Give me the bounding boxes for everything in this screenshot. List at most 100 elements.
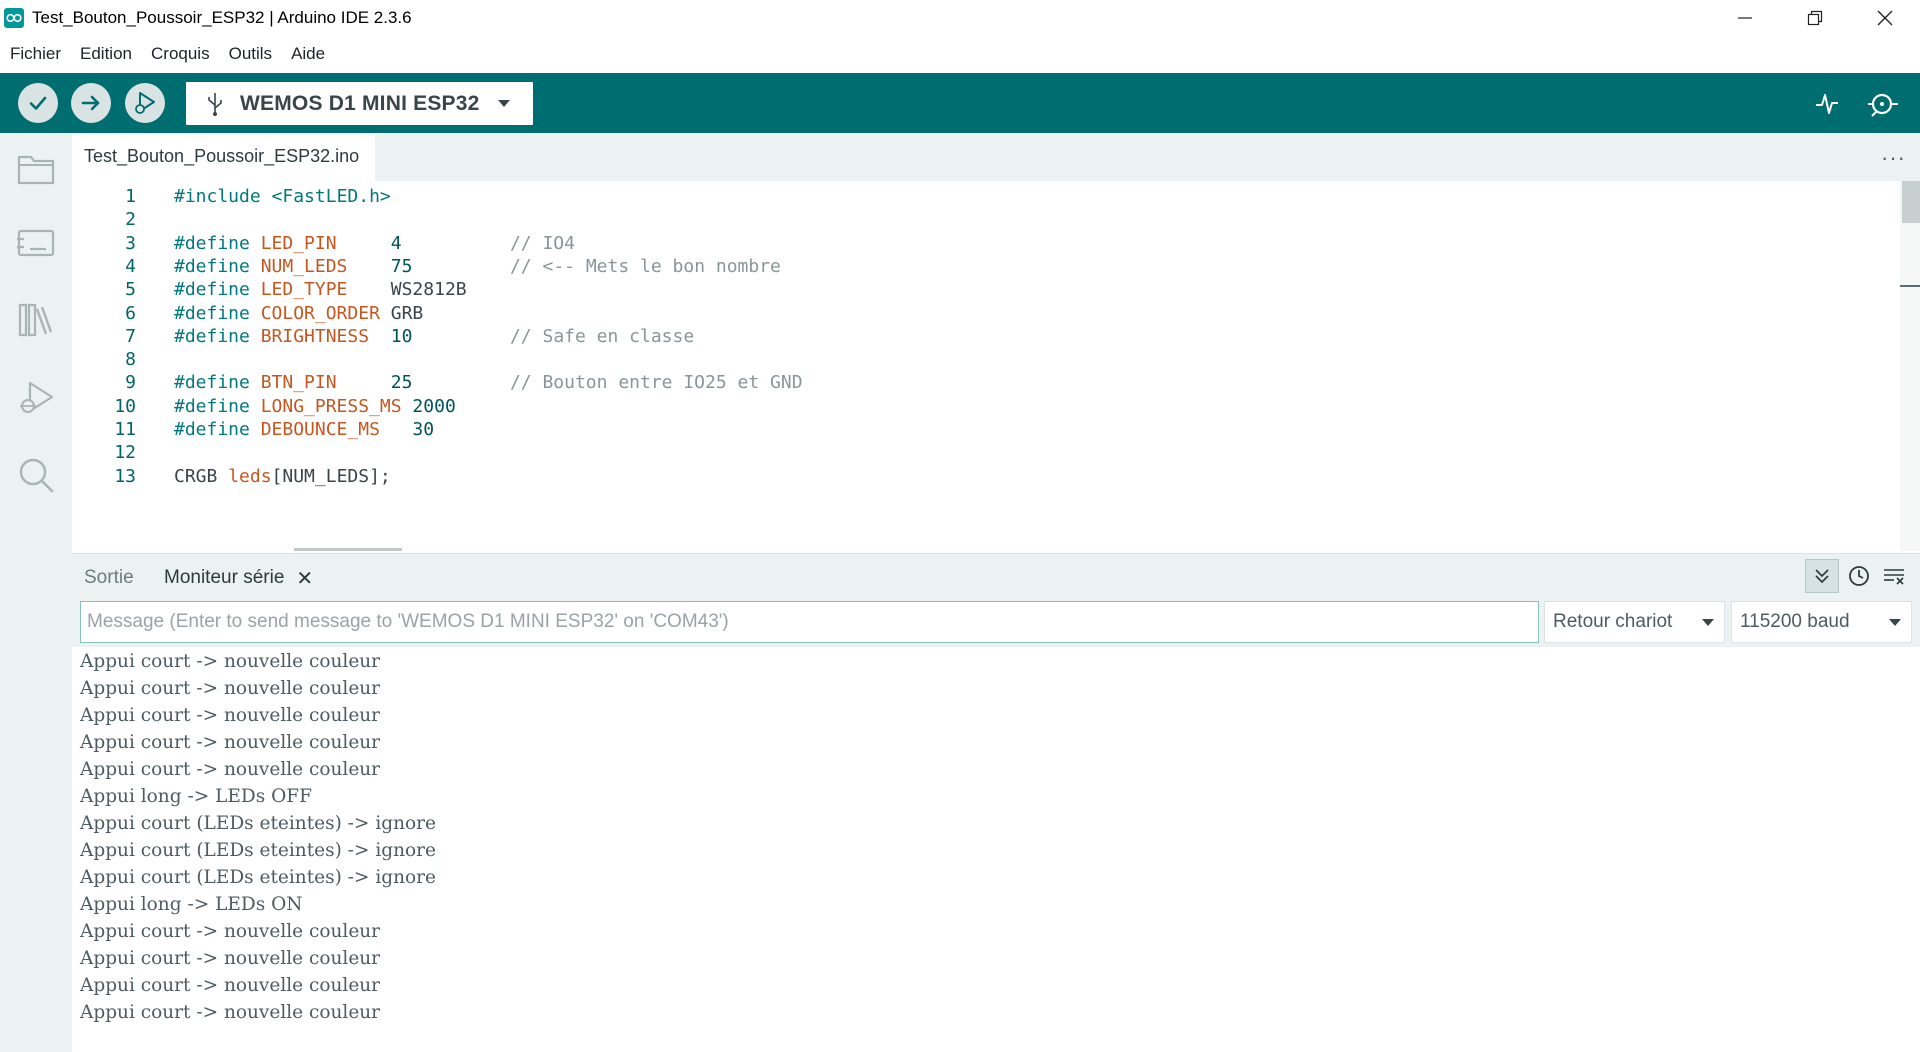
- serial-monitor-icon: [1868, 93, 1898, 117]
- check-icon: [29, 96, 47, 110]
- serial-output-line: Appui court -> nouvelle couleur: [80, 651, 381, 672]
- window-title: Test_Bouton_Poussoir_ESP32 | Arduino IDE…: [32, 8, 412, 27]
- code-token: // Bouton entre IO25 et GND: [509, 372, 803, 394]
- code-token: #define: [174, 395, 261, 417]
- clear-list-icon: [1884, 569, 1904, 585]
- plotter-icon: [1816, 94, 1838, 114]
- caret-down-icon: [1889, 619, 1901, 626]
- code-token: #define: [174, 419, 261, 440]
- code-token: #define: [174, 325, 261, 347]
- clock-icon: [1849, 566, 1869, 586]
- serial-monitor-button[interactable]: [1866, 89, 1900, 119]
- serial-output-line: Appui long -> LEDs OFF: [80, 786, 312, 807]
- code-token: WS2812B: [347, 279, 467, 301]
- activity-sidebar: [0, 133, 72, 1052]
- close-icon: [1877, 10, 1893, 26]
- baud-rate-value: 115200 baud: [1740, 611, 1850, 632]
- board-name: WEMOS D1 MINI ESP32: [240, 91, 480, 115]
- code-token: <FastLED.h>: [271, 186, 391, 207]
- code-token: COLOR_ORDER: [260, 302, 380, 324]
- code-token: 10: [369, 325, 510, 347]
- code-line[interactable]: 13 CRGB leds[NUM_LEDS];: [72, 463, 1892, 492]
- library-manager-button[interactable]: [14, 297, 58, 341]
- code-token: BRIGHTNESS: [260, 325, 370, 347]
- debug-icon: [20, 381, 54, 413]
- code-token: CRGB: [174, 465, 229, 487]
- arduino-logo-icon: [4, 8, 24, 28]
- title-bar: Test_Bouton_Poussoir_ESP32 | Arduino IDE…: [0, 0, 1920, 36]
- close-tab-icon[interactable]: ✕: [296, 566, 313, 591]
- arrow-right-icon: [81, 95, 100, 111]
- code-token: LED_TYPE: [260, 279, 348, 301]
- timestamp-toggle[interactable]: [1842, 559, 1876, 593]
- restore-icon: [1807, 10, 1823, 26]
- editor-tab-bar: Test_Bouton_Poussoir_ESP32.ino ···: [72, 133, 1920, 181]
- menu-croquis[interactable]: Croquis: [151, 44, 210, 64]
- code-token: 75: [347, 255, 510, 277]
- caret-down-icon: [1702, 619, 1714, 626]
- serial-output-line: Appui court -> nouvelle couleur: [80, 1002, 381, 1023]
- double-chevron-down-icon: [1815, 569, 1829, 584]
- restore-button[interactable]: [1780, 0, 1850, 36]
- serial-message-input[interactable]: [80, 601, 1539, 643]
- menu-edition[interactable]: Edition: [80, 44, 132, 64]
- window-controls: [1710, 0, 1920, 36]
- minimize-button[interactable]: [1710, 0, 1780, 36]
- code-token: 25: [336, 372, 510, 394]
- serial-output-line: Appui court (LEDs eteintes) -> ignore: [80, 813, 436, 834]
- tab-output[interactable]: Sortie: [84, 554, 134, 602]
- debug-button[interactable]: [125, 83, 165, 123]
- code-editor[interactable]: 1 #include <FastLED.h> 2 3 #define LED_PIN 4…: [72, 181, 1920, 551]
- code-token: leds: [228, 465, 272, 487]
- line-number: 13: [114, 465, 136, 487]
- code-token: NUM_LEDS: [260, 255, 348, 277]
- serial-output-line: Appui court -> nouvelle couleur: [80, 975, 381, 996]
- menu-bar: Fichier Edition Croquis Outils Aide: [0, 36, 1920, 72]
- more-options-icon[interactable]: ···: [1881, 145, 1906, 171]
- boards-manager-button[interactable]: [14, 221, 58, 265]
- code-token: LED_PIN: [260, 232, 337, 254]
- code-token: BTN_PIN: [260, 372, 337, 394]
- debug-panel-button[interactable]: [14, 375, 58, 419]
- menu-fichier[interactable]: Fichier: [10, 44, 61, 64]
- baud-rate-select[interactable]: 115200 baud: [1731, 601, 1912, 643]
- code-token: #define: [174, 255, 261, 277]
- horizontal-scroll-indicator[interactable]: [294, 548, 402, 551]
- serial-plotter-button[interactable]: [1812, 89, 1842, 119]
- tab-sketch-file[interactable]: Test_Bouton_Poussoir_ESP32.ino: [72, 133, 376, 181]
- menu-outils[interactable]: Outils: [229, 44, 272, 64]
- code-token: #define: [174, 279, 261, 301]
- serial-output[interactable]: Appui court -> nouvelle couleur Appui cou…: [72, 647, 1920, 1052]
- code-token: LONG_PRESS_MS: [260, 395, 402, 417]
- upload-button[interactable]: [71, 83, 111, 123]
- minimize-icon: [1738, 17, 1752, 19]
- vertical-scrollbar[interactable]: [1900, 181, 1920, 551]
- sketchbook-button[interactable]: [14, 147, 58, 191]
- code-token: // <-- Mets le bon nombre: [509, 255, 781, 277]
- scrollbar-thumb[interactable]: [1902, 181, 1920, 223]
- serial-input-bar: Retour chariot 115200 baud: [72, 601, 1920, 647]
- serial-output-line: Appui court -> nouvelle couleur: [80, 921, 381, 942]
- tab-serial-monitor[interactable]: Moniteur série ✕: [164, 554, 313, 602]
- line-ending-select[interactable]: Retour chariot: [1544, 601, 1725, 643]
- serial-output-line: Appui court -> nouvelle couleur: [80, 759, 381, 780]
- tab-output-label: Sortie: [84, 567, 134, 588]
- verify-button[interactable]: [18, 83, 58, 123]
- board-selector[interactable]: WEMOS D1 MINI ESP32: [186, 82, 533, 125]
- board-icon: [17, 229, 55, 257]
- serial-output-line: Appui court -> nouvelle couleur: [80, 948, 381, 969]
- close-window-button[interactable]: [1850, 0, 1920, 36]
- code-token: // IO4: [509, 232, 575, 254]
- menu-aide[interactable]: Aide: [291, 44, 325, 64]
- code-token: #include: [174, 186, 272, 207]
- autoscroll-toggle[interactable]: [1805, 559, 1839, 593]
- code-token: 4: [336, 232, 510, 254]
- line-ending-value: Retour chariot: [1553, 611, 1673, 632]
- search-button[interactable]: [14, 453, 58, 497]
- code-token: 2000: [401, 395, 456, 417]
- code-token: [NUM_LEDS];: [271, 465, 391, 487]
- clear-output-button[interactable]: [1877, 559, 1911, 593]
- caret-down-icon: [498, 100, 510, 107]
- serial-output-line: Appui court (LEDs eteintes) -> ignore: [80, 840, 436, 861]
- code-token: 30: [379, 419, 435, 440]
